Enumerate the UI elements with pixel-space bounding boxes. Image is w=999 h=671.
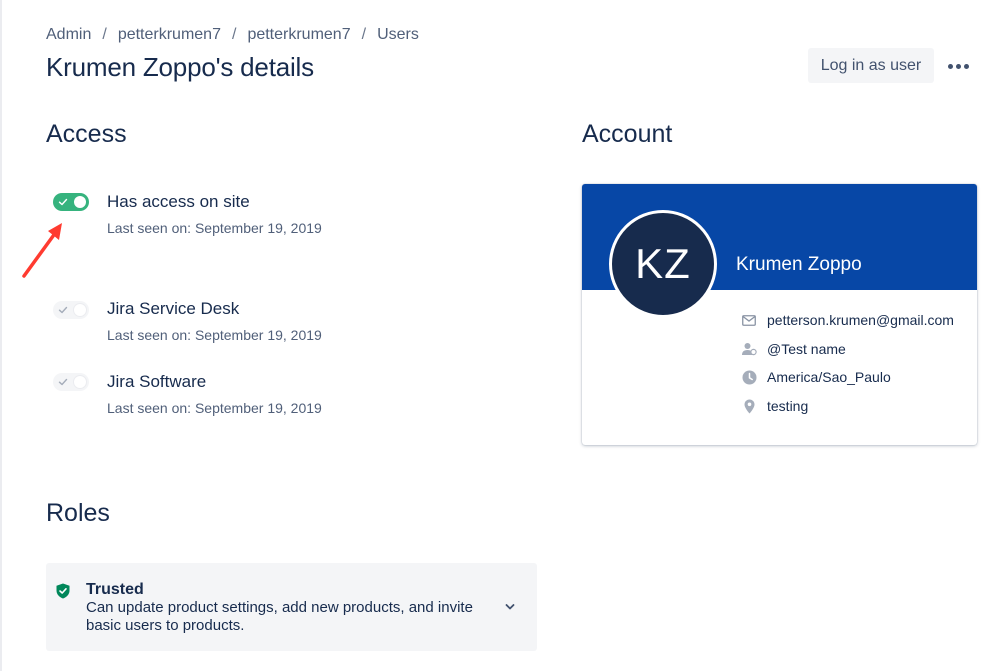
access-section-title: Access — [46, 120, 127, 148]
jira-software-toggle[interactable] — [53, 373, 89, 391]
site-access-toggle[interactable] — [53, 193, 89, 211]
access-item-last-seen: Last seen on: September 19, 2019 — [107, 400, 322, 416]
breadcrumb-admin[interactable]: Admin — [46, 26, 91, 44]
access-item-last-seen: Last seen on: September 19, 2019 — [107, 327, 322, 343]
log-in-as-user-button[interactable]: Log in as user — [808, 48, 934, 83]
toggle-knob — [74, 304, 86, 316]
email-icon — [740, 311, 758, 329]
breadcrumb-site[interactable]: petterkrumen7 — [118, 26, 221, 44]
breadcrumb-organization[interactable]: petterkrumen7 — [247, 26, 350, 44]
account-section-title: Account — [582, 120, 673, 148]
access-item-label: Has access on site — [107, 192, 250, 211]
access-item-jira-software: Jira Software Last seen on: September 19… — [46, 372, 526, 422]
check-icon — [58, 378, 68, 386]
account-timezone-row: America/Sao_Paulo — [740, 367, 965, 387]
avatar: KZ — [609, 210, 717, 318]
breadcrumb: Admin / petterkrumen7 / petterkrumen7 / … — [46, 26, 419, 44]
location-pin-icon — [740, 397, 758, 415]
more-horizontal-icon-dot — [963, 63, 969, 69]
clock-icon — [740, 368, 758, 386]
role-name: Trusted — [86, 581, 144, 598]
more-horizontal-icon-dot — [955, 63, 961, 69]
jira-service-desk-toggle[interactable] — [53, 301, 89, 319]
page-title: Krumen Zoppo's details — [46, 52, 314, 82]
annotation-arrow-icon — [22, 223, 62, 278]
access-item-last-seen: Last seen on: September 19, 2019 — [107, 220, 322, 236]
more-horizontal-icon — [947, 63, 953, 69]
access-item-jira-service-desk: Jira Service Desk Last seen on: Septembe… — [46, 299, 526, 349]
breadcrumb-separator: / — [361, 26, 367, 43]
account-email: petterson.krumen@gmail.com — [767, 312, 954, 328]
more-actions-button[interactable] — [941, 50, 975, 82]
breadcrumb-separator: / — [102, 26, 107, 43]
account-location-row: testing — [740, 396, 965, 416]
account-location: testing — [767, 398, 809, 414]
account-email-row: petterson.krumen@gmail.com — [740, 310, 965, 330]
role-description: Can update product settings, add new pro… — [86, 599, 473, 634]
account-name: Krumen Zoppo — [736, 254, 862, 275]
role-item-trusted[interactable]: Trusted Can update product settings, add… — [46, 563, 537, 651]
account-public-name-row: @Test name — [740, 339, 965, 359]
shield-check-icon — [56, 583, 70, 599]
check-icon — [58, 198, 68, 206]
toggle-knob — [74, 376, 86, 388]
access-item-label: Jira Software — [107, 372, 207, 391]
account-card: KZ Krumen Zoppo petterson.krumen@gmail.c… — [582, 184, 977, 445]
access-item-label: Jira Service Desk — [107, 299, 240, 318]
roles-section-title: Roles — [46, 499, 110, 527]
toggle-knob — [74, 196, 86, 208]
account-timezone: America/Sao_Paulo — [767, 369, 891, 385]
page-left-border — [0, 0, 2, 671]
account-public-name: @Test name — [767, 341, 846, 357]
chevron-down-icon[interactable] — [504, 601, 516, 613]
user-icon — [740, 340, 758, 358]
breadcrumb-separator: / — [231, 26, 237, 43]
access-item-site: Has access on site Last seen on: Septemb… — [46, 192, 526, 242]
breadcrumb-users[interactable]: Users — [377, 26, 419, 44]
check-icon — [58, 306, 68, 314]
